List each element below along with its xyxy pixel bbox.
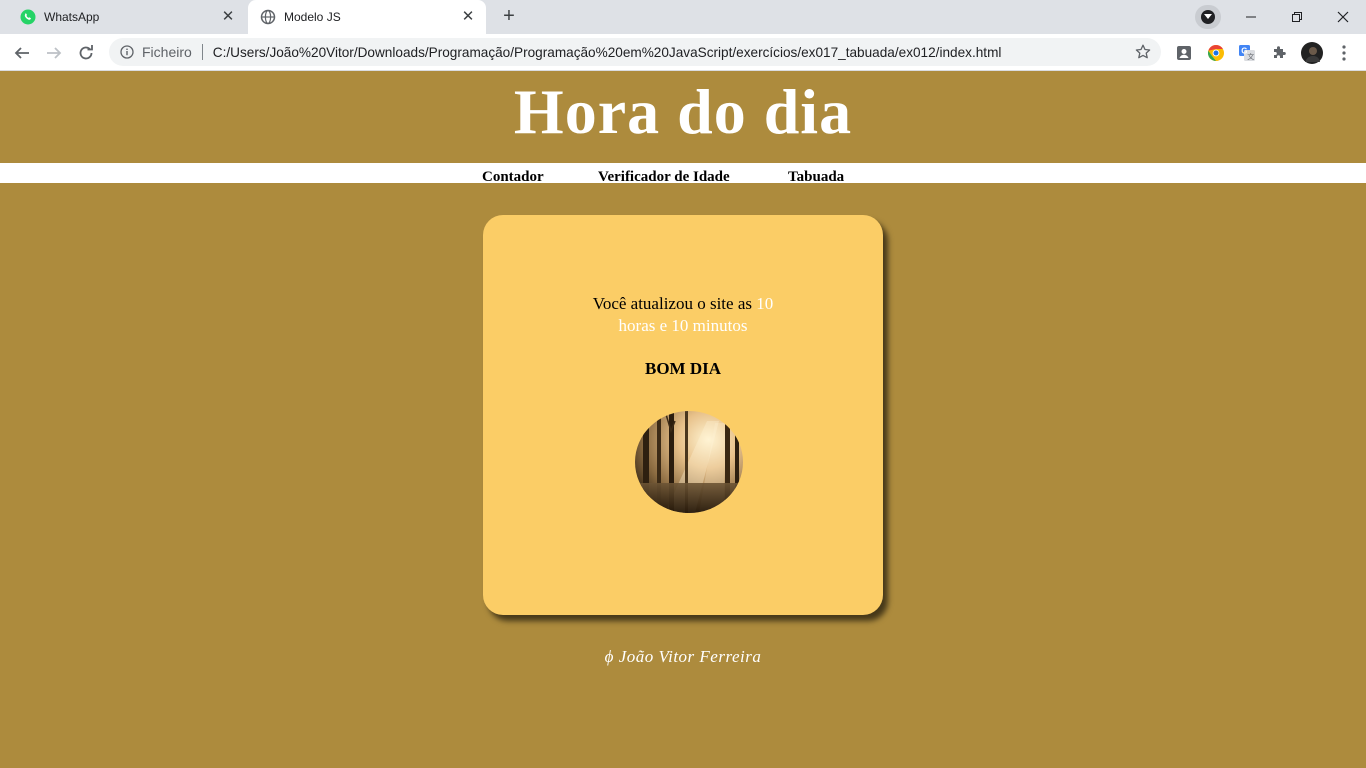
nav-link-contador[interactable]: Contador xyxy=(482,169,544,183)
svg-text:文: 文 xyxy=(1247,52,1254,61)
arrow-right-icon xyxy=(47,47,62,59)
menu-dots-icon[interactable] xyxy=(1332,41,1356,65)
nav-link-verificador-de-idade[interactable]: Verificador de Idade xyxy=(598,169,730,183)
time-card: Você atualizou o site as 10 horas e 10 m… xyxy=(483,215,883,615)
chevron-down-icon xyxy=(1201,10,1215,24)
extension-contacts-icon[interactable] xyxy=(1172,41,1196,65)
close-icon xyxy=(1337,11,1349,23)
close-window-button[interactable] xyxy=(1320,0,1366,34)
profile-avatar[interactable] xyxy=(1300,41,1324,65)
greeting-text: BOM DIA xyxy=(644,359,722,378)
close-tab-icon[interactable]: ✕ xyxy=(220,9,236,25)
extensions-puzzle-icon[interactable] xyxy=(1267,41,1291,65)
new-tab-button[interactable]: + xyxy=(496,5,522,29)
page-body: Hora do dia Contador Verificador de Idad… xyxy=(0,71,1366,768)
minimize-button[interactable] xyxy=(1228,0,1274,34)
message-prefix: Você atualizou o site as xyxy=(592,294,757,313)
tab-modelo-js[interactable]: Modelo JS ✕ xyxy=(248,0,486,34)
tab-title: WhatsApp xyxy=(44,10,100,24)
close-tab-icon[interactable]: ✕ xyxy=(460,9,476,25)
minimize-icon xyxy=(1246,16,1256,18)
address-bar[interactable]: Ficheiro C:/Users/João%20Vitor/Downloads… xyxy=(109,38,1161,66)
nav-menu: Contador Verificador de Idade Tabuada xyxy=(0,163,1366,183)
url-text[interactable]: C:/Users/João%20Vitor/Downloads/Programa… xyxy=(213,45,1133,60)
whatsapp-icon xyxy=(20,9,36,25)
restore-button[interactable] xyxy=(1274,0,1320,34)
divider xyxy=(201,44,203,60)
globe-icon xyxy=(260,9,276,25)
scheme-label: Ficheiro xyxy=(142,44,192,60)
footer-credit: ϕ João Vitor Ferreira xyxy=(604,647,762,666)
page-title: Hora do dia xyxy=(513,76,853,147)
info-icon[interactable] xyxy=(119,44,135,60)
restore-icon xyxy=(1292,12,1302,22)
tab-whatsapp[interactable]: WhatsApp ✕ xyxy=(8,0,246,34)
tab-strip: WhatsApp ✕ Modelo JS ✕ + xyxy=(0,0,1366,34)
extension-translate-icon[interactable]: G文 xyxy=(1235,41,1259,65)
reload-icon xyxy=(79,45,93,60)
back-button[interactable] xyxy=(8,39,36,67)
arrow-left-icon xyxy=(14,47,29,59)
forest-morning-photo xyxy=(635,411,743,513)
tab-search-button[interactable] xyxy=(1195,5,1221,29)
extension-chrome-icon[interactable] xyxy=(1204,41,1228,65)
tab-title: Modelo JS xyxy=(284,10,341,24)
browser-toolbar: Ficheiro C:/Users/João%20Vitor/Downloads… xyxy=(0,34,1366,71)
update-message: Você atualizou o site as 10 horas e 10 m… xyxy=(578,293,788,337)
bookmark-star-icon[interactable] xyxy=(1133,42,1153,62)
reload-button[interactable] xyxy=(72,39,100,67)
nav-link-tabuada[interactable]: Tabuada xyxy=(788,169,844,183)
forward-button[interactable] xyxy=(40,39,68,67)
